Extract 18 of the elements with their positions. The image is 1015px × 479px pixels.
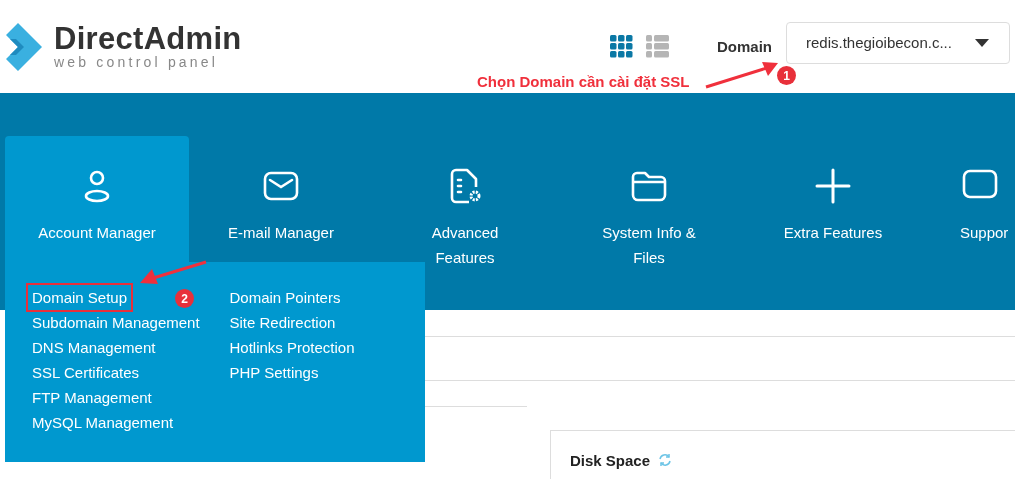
logo-tagline: web control panel [54, 54, 220, 70]
annotation-text: Chọn Domain cần cài đặt SSL [477, 73, 690, 90]
nav-tab[interactable]: System Info & Files [557, 136, 741, 310]
grid-view-icon[interactable] [610, 35, 633, 58]
card-title: Disk Space [570, 451, 651, 469]
nav-tab[interactable]: Extra Features [741, 136, 925, 310]
logo-wordmark: DirectAdmin [54, 23, 242, 54]
domain-select[interactable]: redis.thegioibecon.c... [786, 21, 1010, 64]
step-number: 1 [777, 66, 796, 85]
logo-icon [6, 20, 44, 73]
menu-item[interactable]: Domain Setup [26, 283, 134, 312]
annotation-arrow [138, 260, 208, 286]
list-view-icon[interactable] [646, 35, 669, 58]
refresh-icon[interactable] [658, 453, 673, 467]
domain-label: Domain [717, 38, 772, 55]
nav-tab[interactable]: Advanced Features [373, 136, 557, 310]
caret-icon [975, 38, 989, 47]
plus-icon [813, 166, 853, 206]
